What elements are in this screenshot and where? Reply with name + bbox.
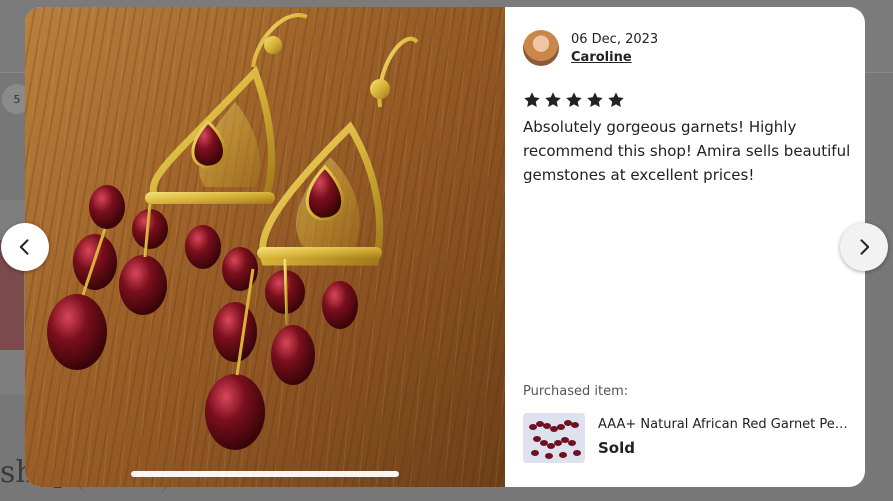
- photo-scroll-indicator: [131, 471, 399, 477]
- review-photo: [25, 7, 505, 487]
- star-icon: [545, 92, 561, 108]
- star-rating: [523, 91, 625, 109]
- review-panel: 06 Dec, 2023 Caroline Absolutely gorgeou…: [505, 7, 865, 487]
- purchased-item-status: Sold: [598, 439, 635, 457]
- reviewer-name-link[interactable]: Caroline: [571, 50, 632, 65]
- review-photo-modal: 06 Dec, 2023 Caroline Absolutely gorgeou…: [25, 7, 865, 487]
- star-icon: [566, 92, 582, 108]
- reviewer-avatar: [523, 30, 559, 66]
- chevron-left-icon: [19, 239, 29, 255]
- chevron-right-icon: [860, 239, 870, 255]
- garnet-beads-thumbnail-image: [523, 413, 585, 463]
- previous-review-button[interactable]: [1, 223, 49, 271]
- garnet-earrings-illustration: [47, 13, 419, 450]
- star-icon: [608, 92, 624, 108]
- purchased-item-title: AAA+ Natural African Red Garnet Pear...: [598, 417, 850, 432]
- purchased-item-label: Purchased item:: [523, 384, 629, 399]
- review-text: Absolutely gorgeous garnets! Highly reco…: [523, 118, 851, 184]
- review-date: 06 Dec, 2023: [571, 32, 659, 47]
- purchased-item-link[interactable]: AAA+ Natural African Red Garnet Pear... …: [523, 413, 853, 463]
- purchased-item-thumbnail: [523, 413, 585, 463]
- star-icon: [524, 92, 540, 108]
- next-review-button[interactable]: [840, 223, 888, 271]
- star-icon: [587, 92, 603, 108]
